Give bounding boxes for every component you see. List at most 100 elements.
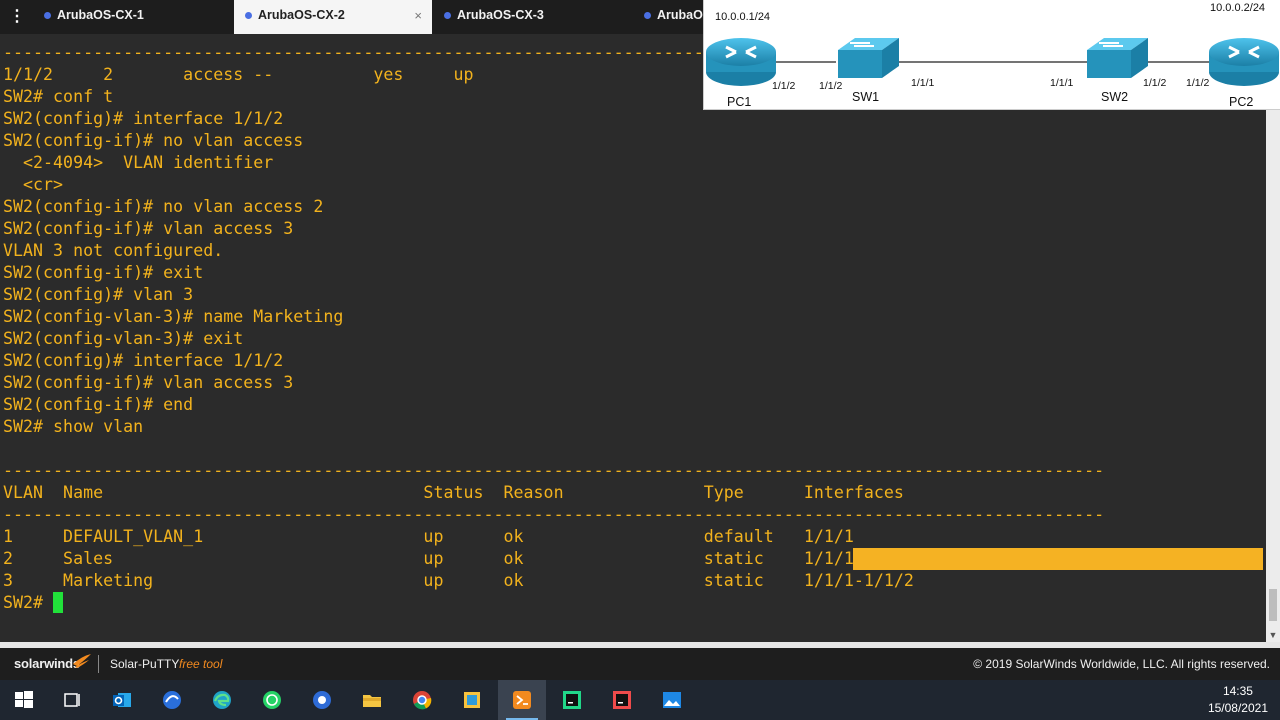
pc2-name-label: PC2 [1229, 95, 1254, 109]
start-button[interactable] [0, 680, 48, 720]
scroll-thumb[interactable] [1269, 589, 1277, 621]
product-name: Solar-PuTTY [110, 657, 180, 671]
terminal-line: SW2(config-if)# vlan access 3 [3, 373, 294, 392]
chrome-button[interactable] [398, 680, 446, 720]
topology-diagram [706, 38, 1279, 86]
terminal-line: SW2(config-if)# exit [3, 263, 204, 282]
terminal-line: 3 Marketing up ok static 1/1/1-1/1/2 [3, 571, 914, 590]
copyright-notice: © 2019 SolarWinds Worldwide, LLC. All ri… [973, 657, 1270, 671]
terminal-window[interactable]: ----------------------------------------… [0, 34, 1266, 642]
footer-divider [98, 655, 99, 673]
solar-putty-button[interactable] [498, 680, 546, 720]
task-view-icon [64, 693, 80, 707]
app-footer: solarwinds Solar-PuTTY free tool © 2019 … [0, 642, 1280, 680]
terminal-scrollbar[interactable]: ▲ ▼ [1266, 34, 1280, 642]
start-icon [15, 691, 33, 708]
router-pc2-icon [1209, 38, 1279, 86]
tab-arubaos-cx-2[interactable]: ArubaOS-CX-2 × [234, 0, 432, 34]
terminal-line: ----------------------------------------… [3, 505, 1105, 524]
sw1-name-label: SW1 [852, 90, 880, 104]
network-icon [163, 691, 181, 709]
terminal-line: VLAN Name Status Reason Type Interfaces [3, 483, 904, 502]
selection-highlight [853, 548, 1263, 570]
terminal-line: SW2(config-vlan-3)# exit [3, 329, 244, 348]
photos-icon [663, 692, 681, 708]
terminal-line: SW2(config)# interface 1/1/2 [3, 109, 284, 128]
tab-label: ArubaOS-CX-3 [457, 8, 544, 22]
sw2-name-label: SW2 [1101, 90, 1129, 104]
router-pc1-icon [706, 38, 776, 86]
terminal-line: SW2(config)# interface 1/1/2 [3, 351, 284, 370]
clock-time: 14:35 [1222, 684, 1253, 698]
terminal-line: VLAN 3 not configured. [3, 241, 224, 260]
solarwinds-flame-icon [73, 654, 91, 668]
terminal-line: <2-4094> VLAN identifier [3, 153, 274, 172]
clock-date: 15/08/2021 [1207, 701, 1268, 715]
outlook-icon [113, 693, 131, 707]
browser-icon [313, 691, 331, 709]
clion-icon [613, 691, 631, 709]
notes-app-icon [464, 692, 480, 708]
sw2-right-port-label: 1/1/2 [1143, 77, 1167, 89]
tab-label: ArubaOS-CX-4 [657, 8, 703, 22]
file-explorer-icon [363, 695, 381, 707]
chrome-icon [413, 691, 432, 710]
pycharm-button[interactable] [548, 680, 596, 720]
windows-taskbar: 14:35 15/08/2021 [0, 680, 1280, 720]
session-dot-icon [245, 12, 252, 19]
switch-sw1-icon [838, 38, 899, 78]
outlook-button[interactable] [98, 680, 146, 720]
terminal-line: SW2# conf t [3, 87, 114, 106]
browser-button[interactable] [298, 680, 346, 720]
terminal-line: SW2(config-if)# no vlan access [3, 131, 304, 150]
sw1-right-port-label: 1/1/1 [911, 77, 935, 89]
terminal-line: 2 Sales up ok static 1/1/1 [3, 549, 854, 568]
network-topology-overlay: 10.0.0.1/24 10.0.0.2/24 PC1 SW1 SW2 PC2 … [703, 0, 1280, 110]
tab-label: ArubaOS-CX-1 [57, 8, 144, 22]
pycharm-icon [563, 691, 581, 709]
session-dot-icon [644, 12, 651, 19]
tab-arubaos-cx-4[interactable]: ArubaOS-CX-4 [633, 0, 703, 31]
file-explorer-button[interactable] [348, 680, 396, 720]
session-dot-icon [44, 12, 51, 19]
terminal-line: SW2(config-if)# no vlan access 2 [3, 197, 324, 216]
tab-label: ArubaOS-CX-2 [258, 8, 345, 22]
tab-arubaos-cx-1[interactable]: ArubaOS-CX-1 [33, 0, 231, 31]
pc1-name-label: PC1 [727, 95, 752, 109]
network-app-button[interactable] [148, 680, 196, 720]
edge-button[interactable] [198, 680, 246, 720]
solar-putty-icon [513, 691, 531, 709]
edge-icon [213, 691, 231, 709]
whatsapp-button[interactable] [248, 680, 296, 720]
session-dot-icon [444, 12, 451, 19]
clion-button[interactable] [598, 680, 646, 720]
terminal-line: 1/1/2 2 access -- yes up [3, 65, 474, 84]
pc2-port-label: 1/1/2 [1186, 77, 1210, 89]
free-tool-label: free tool [179, 657, 223, 671]
terminal-line: SW2(config-if)# vlan access 3 [3, 219, 294, 238]
terminal-line: SW2(config)# vlan 3 [3, 285, 194, 304]
terminal-cursor [53, 592, 63, 613]
sw2-left-port-label: 1/1/1 [1050, 77, 1074, 89]
solarwinds-logo: solarwinds [14, 656, 80, 671]
terminal-line: ----------------------------------------… [3, 461, 1105, 480]
tab-arubaos-cx-3[interactable]: ArubaOS-CX-3 [433, 0, 631, 31]
notes-app-button[interactable] [448, 680, 496, 720]
whatsapp-icon [263, 691, 281, 709]
terminal-line: SW2# show vlan [3, 417, 144, 436]
scroll-down-arrow-icon[interactable]: ▼ [1266, 628, 1280, 642]
switch-sw2-icon [1087, 38, 1148, 78]
terminal-line: SW2(config-if)# end [3, 395, 194, 414]
pc1-ip-label: 10.0.0.1/24 [715, 11, 771, 23]
terminal-line: SW2(config-vlan-3)# name Marketing [3, 307, 344, 326]
sw1-left-port-label: 1/1/2 [819, 80, 843, 92]
terminal-line: <cr> [3, 175, 64, 194]
terminal-line: SW2# [3, 593, 54, 612]
close-tab-icon[interactable]: × [414, 0, 422, 31]
menu-dots-icon[interactable]: ⋮ [9, 6, 25, 28]
task-view-button[interactable] [48, 680, 96, 720]
system-clock[interactable]: 14:35 15/08/2021 [1208, 683, 1268, 717]
pc1-port-label: 1/1/2 [772, 80, 796, 92]
photos-button[interactable] [648, 680, 696, 720]
terminal-line: 1 DEFAULT_VLAN_1 up ok default 1/1/1 [3, 527, 854, 546]
